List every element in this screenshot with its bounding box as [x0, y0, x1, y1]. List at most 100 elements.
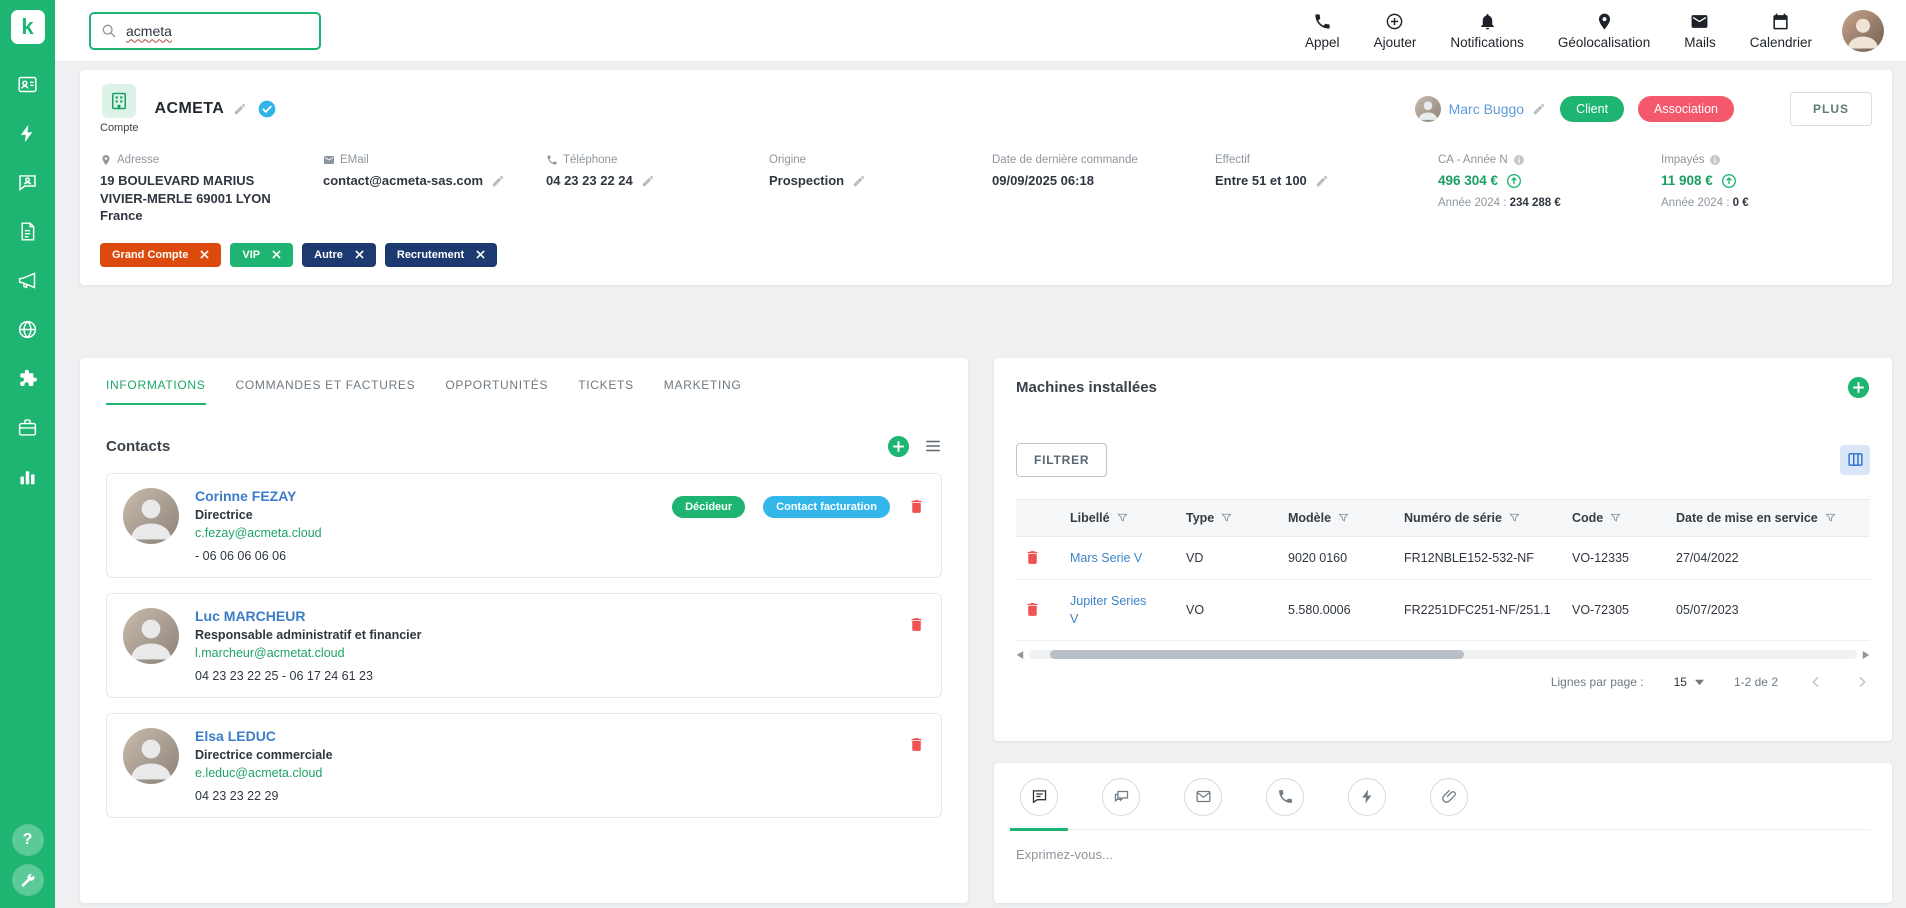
delete-contact-icon[interactable] [908, 616, 925, 633]
delete-contact-icon[interactable] [908, 736, 925, 753]
composer-tab-chat[interactable] [1102, 778, 1140, 816]
contact-name[interactable]: Elsa LEDUC [195, 728, 333, 744]
composer-tab-activity[interactable] [1348, 778, 1386, 816]
sidebar-item-marketing[interactable] [0, 256, 55, 305]
column-header-code[interactable]: Code [1564, 499, 1668, 536]
scrollbar-thumb[interactable] [1050, 650, 1464, 659]
call-button[interactable]: Appel [1305, 12, 1340, 50]
sidebar-item-contacts[interactable] [0, 60, 55, 109]
tag-grand-compte[interactable]: Grand Compte [100, 243, 221, 267]
sidebar-item-facturation[interactable] [0, 207, 55, 256]
rows-per-page-select[interactable]: 15 [1674, 675, 1704, 689]
filter-button[interactable]: FILTRER [1016, 443, 1107, 477]
scroll-right-icon[interactable] [1862, 651, 1870, 659]
contact-email[interactable]: e.leduc@acmeta.cloud [195, 766, 333, 780]
column-header-date-mise-en-service[interactable]: Date de mise en service [1668, 499, 1870, 536]
briefcase-icon [17, 417, 38, 438]
contact-email[interactable]: c.fezay@acmeta.cloud [195, 526, 322, 540]
status-badge-association[interactable]: Association [1638, 96, 1734, 122]
scroll-left-icon[interactable] [1016, 651, 1024, 659]
previous-page-button[interactable] [1808, 674, 1824, 690]
tab-commandes-factures[interactable]: COMMANDES ET FACTURES [236, 378, 416, 405]
account-type: Compte [100, 84, 139, 134]
add-label: Ajouter [1374, 35, 1417, 50]
remove-tag-icon[interactable] [200, 250, 209, 259]
rows-per-page-label: Lignes par page : [1551, 675, 1644, 689]
filter-funnel-icon[interactable] [1221, 512, 1232, 523]
composer-tab-note[interactable] [1020, 778, 1058, 816]
notifications-button[interactable]: Notifications [1450, 12, 1524, 50]
app-logo[interactable]: k [11, 10, 45, 44]
machine-link[interactable]: Jupiter Series V [1070, 592, 1158, 628]
column-header-type[interactable]: Type [1178, 499, 1280, 536]
edit-owner-icon[interactable] [1532, 102, 1546, 116]
tag-vip[interactable]: VIP [230, 243, 293, 267]
edit-email-icon[interactable] [491, 174, 505, 188]
composer-tab-email[interactable] [1184, 778, 1222, 816]
edit-phone-icon[interactable] [641, 174, 655, 188]
sidebar-item-integrations[interactable] [0, 354, 55, 403]
delete-machine-icon[interactable] [1024, 601, 1054, 618]
column-header-modele[interactable]: Modèle [1280, 499, 1396, 536]
tab-tickets[interactable]: TICKETS [578, 378, 634, 405]
user-avatar[interactable] [1842, 10, 1884, 52]
filter-funnel-icon[interactable] [1610, 512, 1621, 523]
remove-tag-icon[interactable] [272, 250, 281, 259]
remove-tag-icon[interactable] [476, 250, 485, 259]
sidebar-item-activites[interactable] [0, 109, 55, 158]
scrollbar-track[interactable] [1029, 650, 1857, 659]
column-settings-button[interactable] [1840, 445, 1870, 475]
contact-name[interactable]: Luc MARCHEUR [195, 608, 421, 624]
edit-name-icon[interactable] [233, 102, 247, 116]
contact-name[interactable]: Corinne FEZAY [195, 488, 322, 504]
sidebar-item-conversations[interactable] [0, 158, 55, 207]
topbar: acmeta Appel Ajouter Notifications Géolo… [55, 0, 1906, 62]
horizontal-scrollbar[interactable] [1016, 650, 1870, 659]
plus-more-button[interactable]: PLUS [1790, 92, 1872, 126]
remove-tag-icon[interactable] [355, 250, 364, 259]
settings-button[interactable] [12, 864, 44, 896]
contact-email[interactable]: l.marcheur@acmetat.cloud [195, 646, 421, 660]
filter-funnel-icon[interactable] [1338, 512, 1349, 523]
search-input[interactable]: acmeta [89, 12, 321, 50]
composer-tab-call[interactable] [1266, 778, 1304, 816]
tab-opportunites[interactable]: OPPORTUNITÉS [445, 378, 548, 405]
calendar-button[interactable]: Calendrier [1750, 12, 1812, 50]
tab-marketing[interactable]: MARKETING [664, 378, 742, 405]
tab-informations[interactable]: INFORMATIONS [106, 378, 206, 405]
help-button[interactable]: ? [12, 824, 44, 856]
column-header-libelle[interactable]: Libellé [1062, 499, 1178, 536]
filter-funnel-icon[interactable] [1509, 512, 1520, 523]
composer-input[interactable] [1016, 847, 1785, 862]
add-machine-button[interactable] [1847, 376, 1870, 399]
add-contact-button[interactable] [887, 435, 910, 458]
delete-machine-icon[interactable] [1024, 549, 1054, 566]
contacts-menu-icon[interactable] [924, 437, 942, 455]
contact-badge-decideur: Décideur [672, 496, 745, 518]
mails-button[interactable]: Mails [1684, 12, 1716, 50]
edit-headcount-icon[interactable] [1315, 174, 1329, 188]
next-page-button[interactable] [1854, 674, 1870, 690]
tag-recrutement[interactable]: Recrutement [385, 243, 497, 267]
column-header-numero-serie[interactable]: Numéro de série [1396, 499, 1564, 536]
company-icon[interactable] [102, 84, 136, 118]
sidebar-item-rapports[interactable] [0, 452, 55, 501]
delete-contact-icon[interactable] [908, 498, 925, 515]
machines-panel: Machines installées FILTRER Libellé [994, 358, 1892, 741]
account-owner[interactable]: Marc Buggo [1415, 96, 1546, 122]
geolocation-button[interactable]: Géolocalisation [1558, 12, 1650, 50]
filter-funnel-icon[interactable] [1825, 512, 1836, 523]
machine-numero-serie: FR2251DFC251-NF/251.1 [1396, 579, 1564, 640]
filter-funnel-icon[interactable] [1117, 512, 1128, 523]
help-icon: ? [23, 831, 33, 849]
machine-link[interactable]: Mars Serie V [1070, 549, 1142, 567]
add-button[interactable]: Ajouter [1374, 12, 1417, 50]
composer-tab-attachment[interactable] [1430, 778, 1468, 816]
status-badge-client[interactable]: Client [1560, 96, 1624, 122]
sidebar-item-web[interactable] [0, 305, 55, 354]
sidebar-item-produits[interactable] [0, 403, 55, 452]
headcount-value: Entre 51 et 100 [1215, 172, 1307, 190]
revenue-previous-year: 234 288 € [1510, 197, 1561, 209]
tag-autre[interactable]: Autre [302, 243, 376, 267]
edit-origin-icon[interactable] [852, 174, 866, 188]
